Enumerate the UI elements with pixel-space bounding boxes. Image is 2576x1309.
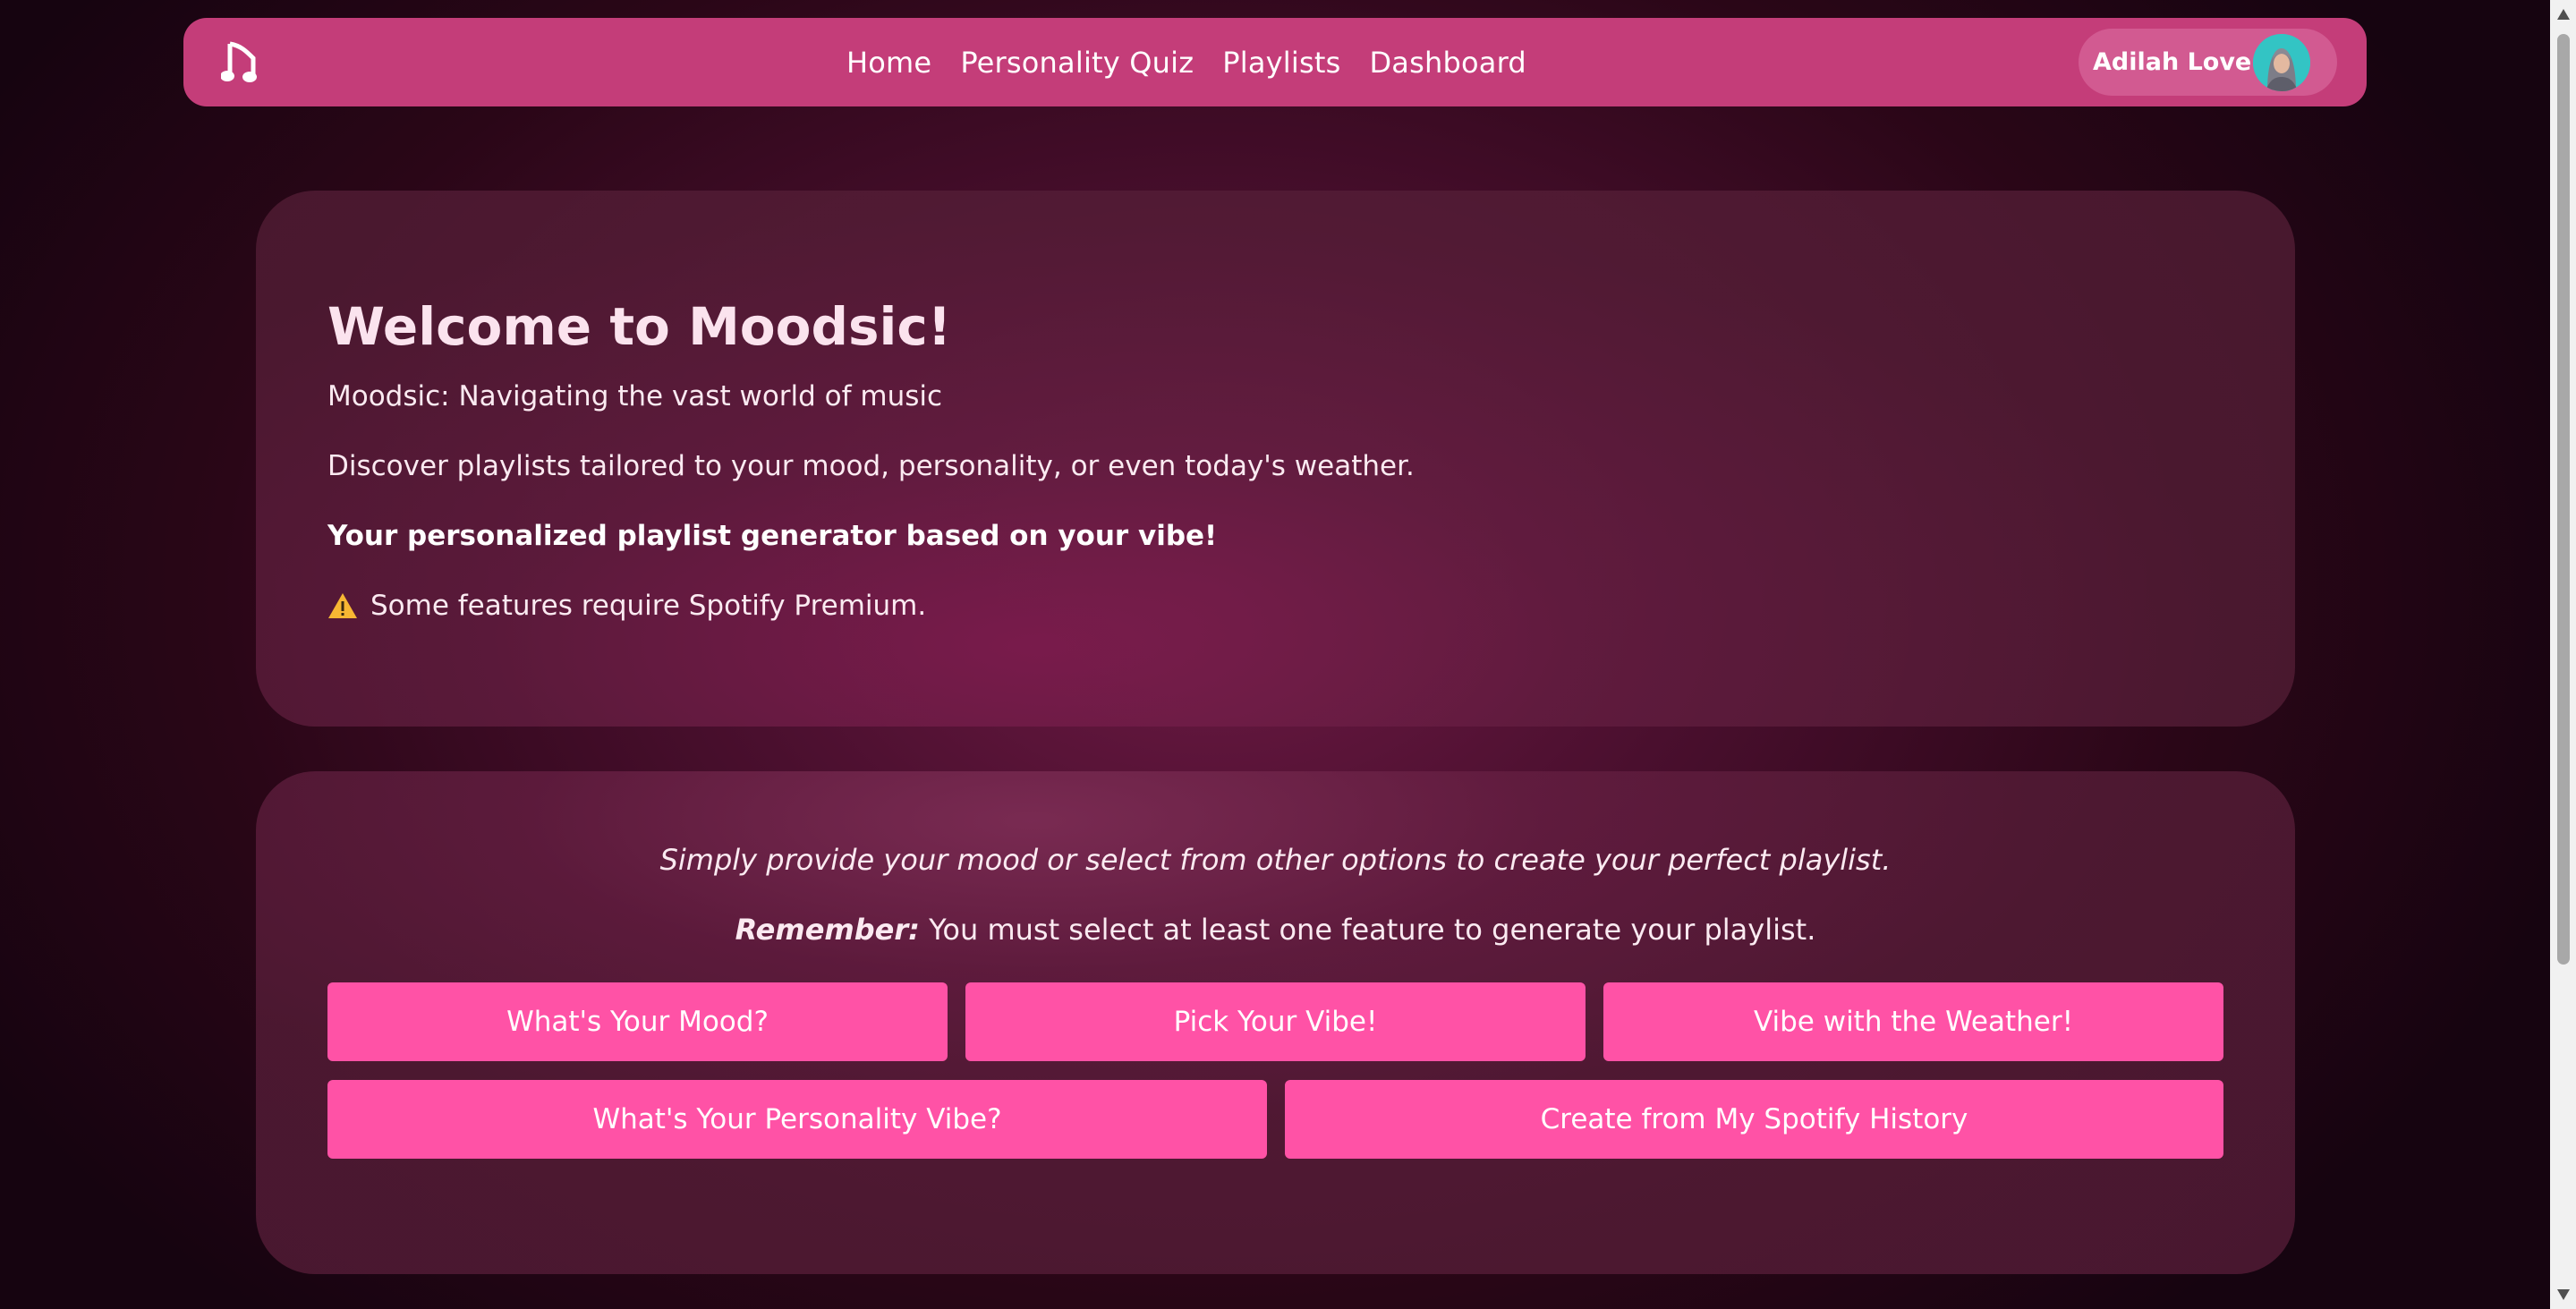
top-navbar: Home Personality Quiz Playlists Dashboar… xyxy=(183,18,2367,106)
page-title: Welcome to Moodsic! xyxy=(327,296,952,357)
user-menu[interactable]: Adilah Love xyxy=(2079,29,2337,96)
welcome-card: Welcome to Moodsic! Moodsic: Navigating … xyxy=(256,191,2295,727)
page: Home Personality Quiz Playlists Dashboar… xyxy=(0,0,2550,1309)
user-name: Adilah Love xyxy=(2093,48,2252,76)
weather-vibe-button[interactable]: Vibe with the Weather! xyxy=(1603,982,2223,1061)
remember-text: You must select at least one feature to … xyxy=(929,913,1816,947)
options-remember: Remember: You must select at least one f… xyxy=(256,913,2295,947)
nav-link-home[interactable]: Home xyxy=(846,46,931,80)
scroll-thumb[interactable] xyxy=(2557,34,2570,965)
spotify-history-button[interactable]: Create from My Spotify History xyxy=(1285,1080,2223,1159)
options-intro: Simply provide your mood or select from … xyxy=(659,843,1892,877)
warning-icon xyxy=(328,593,357,618)
mood-button[interactable]: What's Your Mood? xyxy=(327,982,948,1061)
welcome-description: Discover playlists tailored to your mood… xyxy=(327,450,1415,482)
music-note-icon[interactable] xyxy=(217,38,266,86)
welcome-highlight: Your personalized playlist generator bas… xyxy=(327,520,1218,552)
avatar xyxy=(2253,34,2310,91)
premium-warning-text: Some features require Spotify Premium. xyxy=(370,590,927,622)
nav-link-personality-quiz[interactable]: Personality Quiz xyxy=(960,46,1194,80)
nav-links: Home Personality Quiz Playlists Dashboar… xyxy=(846,18,1526,106)
premium-warning: Some features require Spotify Premium. xyxy=(327,590,926,622)
nav-link-dashboard[interactable]: Dashboard xyxy=(1369,46,1526,80)
vertical-scrollbar[interactable] xyxy=(2550,0,2576,1309)
scroll-down-arrow-icon[interactable] xyxy=(2557,1289,2570,1300)
playlist-options-card: Simply provide your mood or select from … xyxy=(256,771,2295,1274)
pick-vibe-button[interactable]: Pick Your Vibe! xyxy=(965,982,1586,1061)
nav-link-playlists[interactable]: Playlists xyxy=(1222,46,1340,80)
welcome-tagline: Moodsic: Navigating the vast world of mu… xyxy=(327,380,943,412)
remember-label: Remember: xyxy=(735,913,920,947)
personality-vibe-button[interactable]: What's Your Personality Vibe? xyxy=(327,1080,1267,1159)
scroll-up-arrow-icon[interactable] xyxy=(2557,9,2570,20)
